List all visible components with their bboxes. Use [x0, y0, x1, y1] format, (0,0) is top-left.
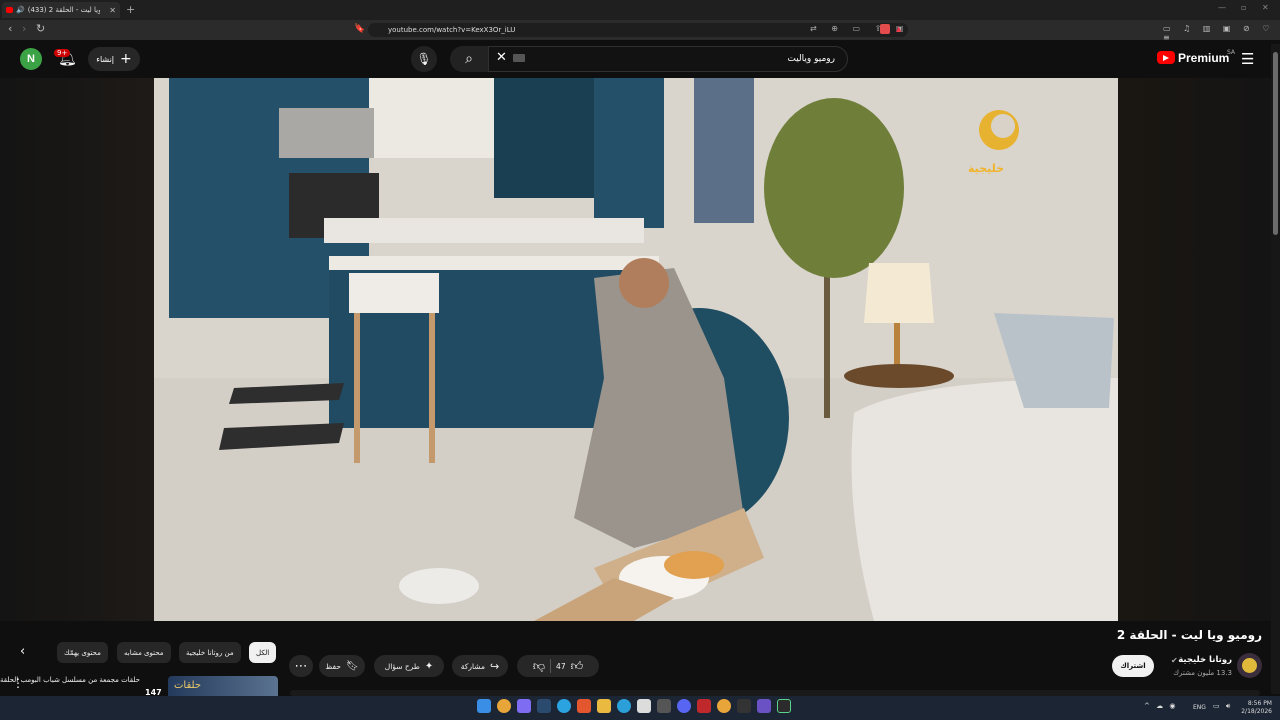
calculator-icon[interactable]	[657, 699, 671, 713]
divider	[550, 659, 552, 673]
close-tab-icon[interactable]: ✕	[109, 6, 116, 15]
steam-icon[interactable]	[537, 699, 551, 713]
omnibox-action-icons[interactable]: ⇄ ⊕ ▭ ⇪ ▣	[810, 24, 909, 33]
channel-name[interactable]: روتانا خليجية	[1178, 655, 1232, 665]
like-count: 47	[556, 661, 566, 671]
tab-title: (433) روميو ويا ليت - الحلقة 2	[27, 6, 100, 14]
channel-avatar[interactable]	[1237, 653, 1262, 678]
ask-label: طرح سؤال	[384, 661, 420, 671]
save-button[interactable]: حفظ 🔖︎	[319, 655, 365, 677]
network-volume-icons[interactable]: ▭ 🔊︎	[1213, 702, 1232, 711]
channel-watermark: خليجية	[968, 162, 1004, 175]
dislike-icon[interactable]: 👎︎	[533, 659, 545, 674]
account-avatar[interactable]: N	[20, 48, 42, 70]
reload-icon[interactable]: ↻	[36, 22, 45, 35]
taskbar-clock[interactable]: 8:56 PM 2/18/2026	[1238, 700, 1272, 716]
chip-related[interactable]: محتوى مشابه	[117, 642, 171, 663]
keyboard-icon[interactable]	[513, 54, 525, 62]
chip-for-you[interactable]: محتوى يهمّك	[57, 642, 108, 663]
copilot-icon[interactable]	[517, 699, 531, 713]
url-text: youtube.com/watch?v=KexX3Or_iLU	[388, 26, 516, 34]
browser-tab-strip	[0, 0, 1280, 20]
search-icon: ⌕	[465, 51, 473, 67]
like-dislike-group: 👎︎ 47 👍︎	[517, 655, 599, 677]
terminal-icon[interactable]	[777, 699, 791, 713]
media-icon[interactable]	[717, 699, 731, 713]
save-label: حفظ	[325, 661, 341, 671]
discord-icon[interactable]	[677, 699, 691, 713]
maximize-icon[interactable]: ▫	[1241, 3, 1246, 12]
alert-extension-icon[interactable]: ▲	[896, 25, 901, 33]
chip-all[interactable]: الكل	[249, 642, 277, 663]
subscribe-button[interactable]: اشتراك	[1112, 655, 1154, 677]
youtube-premium-brand[interactable]: Premium	[1178, 51, 1229, 65]
create-button[interactable]: إنشاء +	[88, 47, 140, 71]
more-actions-icon[interactable]: ⋯	[289, 655, 313, 677]
back-icon[interactable]: ‹	[8, 22, 12, 35]
create-label: إنشاء	[96, 54, 115, 64]
region-code: SA	[1227, 49, 1236, 56]
youtube-favicon-icon	[6, 7, 13, 13]
start-icon[interactable]	[477, 699, 491, 713]
video-frame	[154, 78, 1118, 621]
browser-tab[interactable]: 🔊 (433) روميو ويا ليت - الحلقة 2 ✕	[2, 2, 120, 18]
bookmark-icon: 🔖︎	[345, 660, 359, 672]
notification-count-badge: 9+	[54, 49, 71, 57]
plus-icon: +	[120, 51, 132, 67]
guide-menu-icon[interactable]: ☰	[1241, 50, 1254, 68]
ask-button[interactable]: طرح سؤال ✦	[374, 655, 444, 677]
thumbnail-text: حلقات	[174, 680, 202, 691]
bookmark-icon[interactable]: 🔖	[354, 24, 365, 34]
clear-search-icon[interactable]: ✕	[496, 50, 507, 65]
minimize-icon[interactable]: —	[1218, 3, 1226, 12]
search-input[interactable]: روميو وياليت	[488, 46, 848, 72]
audio-icon[interactable]: 🔊	[16, 6, 25, 14]
forward-icon[interactable]: ›	[22, 22, 26, 35]
clock-date: 2/18/2026	[1241, 708, 1272, 715]
window-close-icon[interactable]: ✕	[1262, 3, 1269, 12]
chrome-icon[interactable]	[497, 699, 511, 713]
share-label: مشاركة	[460, 661, 485, 671]
share-icon: ↪	[490, 659, 500, 673]
brave-icon[interactable]	[577, 699, 591, 713]
new-tab-icon[interactable]: +	[126, 3, 135, 16]
recommendation-title[interactable]: حلقات مجمعة من مسلسل شباب البومب الحلقة	[0, 676, 140, 684]
scrollbar-thumb[interactable]	[1273, 52, 1278, 235]
snipping-icon[interactable]	[737, 699, 751, 713]
search-button[interactable]: ⌕	[450, 46, 488, 72]
like-icon[interactable]: 👍︎	[571, 659, 584, 674]
sparkle-icon: ✦	[424, 660, 434, 672]
chevron-left-icon[interactable]: ‹	[20, 644, 25, 659]
verified-icon: ✔	[1171, 656, 1178, 665]
app-red-icon[interactable]	[697, 699, 711, 713]
video-player[interactable]	[154, 78, 1118, 621]
folder-icon[interactable]	[597, 699, 611, 713]
system-tray-icons[interactable]: ^ ☁ ◉	[1144, 702, 1177, 710]
video-title: روميو ويا ليت - الحلقة 2	[1116, 628, 1262, 642]
input-language[interactable]: ENG	[1193, 704, 1206, 711]
recommendation-thumbnail[interactable]: حلقات	[168, 676, 278, 696]
edge-icon[interactable]	[617, 699, 631, 713]
telegram-icon[interactable]	[557, 699, 571, 713]
notepad-icon[interactable]	[637, 699, 651, 713]
subscriber-count: 13.3 مليون مشترك	[1173, 669, 1232, 677]
share-button[interactable]: مشاركة ↪	[452, 655, 508, 677]
chip-from-channel[interactable]: من روتانا خليجية	[179, 642, 241, 663]
clock-time: 8:56 PM	[1247, 700, 1272, 707]
voice-search-mic-icon[interactable]: 🎙︎	[411, 46, 437, 72]
obsidian-icon[interactable]	[757, 699, 771, 713]
youtube-logo-icon[interactable]	[1157, 51, 1175, 64]
shield-extension-icon[interactable]	[880, 24, 890, 34]
taskbar-apps	[477, 699, 791, 713]
